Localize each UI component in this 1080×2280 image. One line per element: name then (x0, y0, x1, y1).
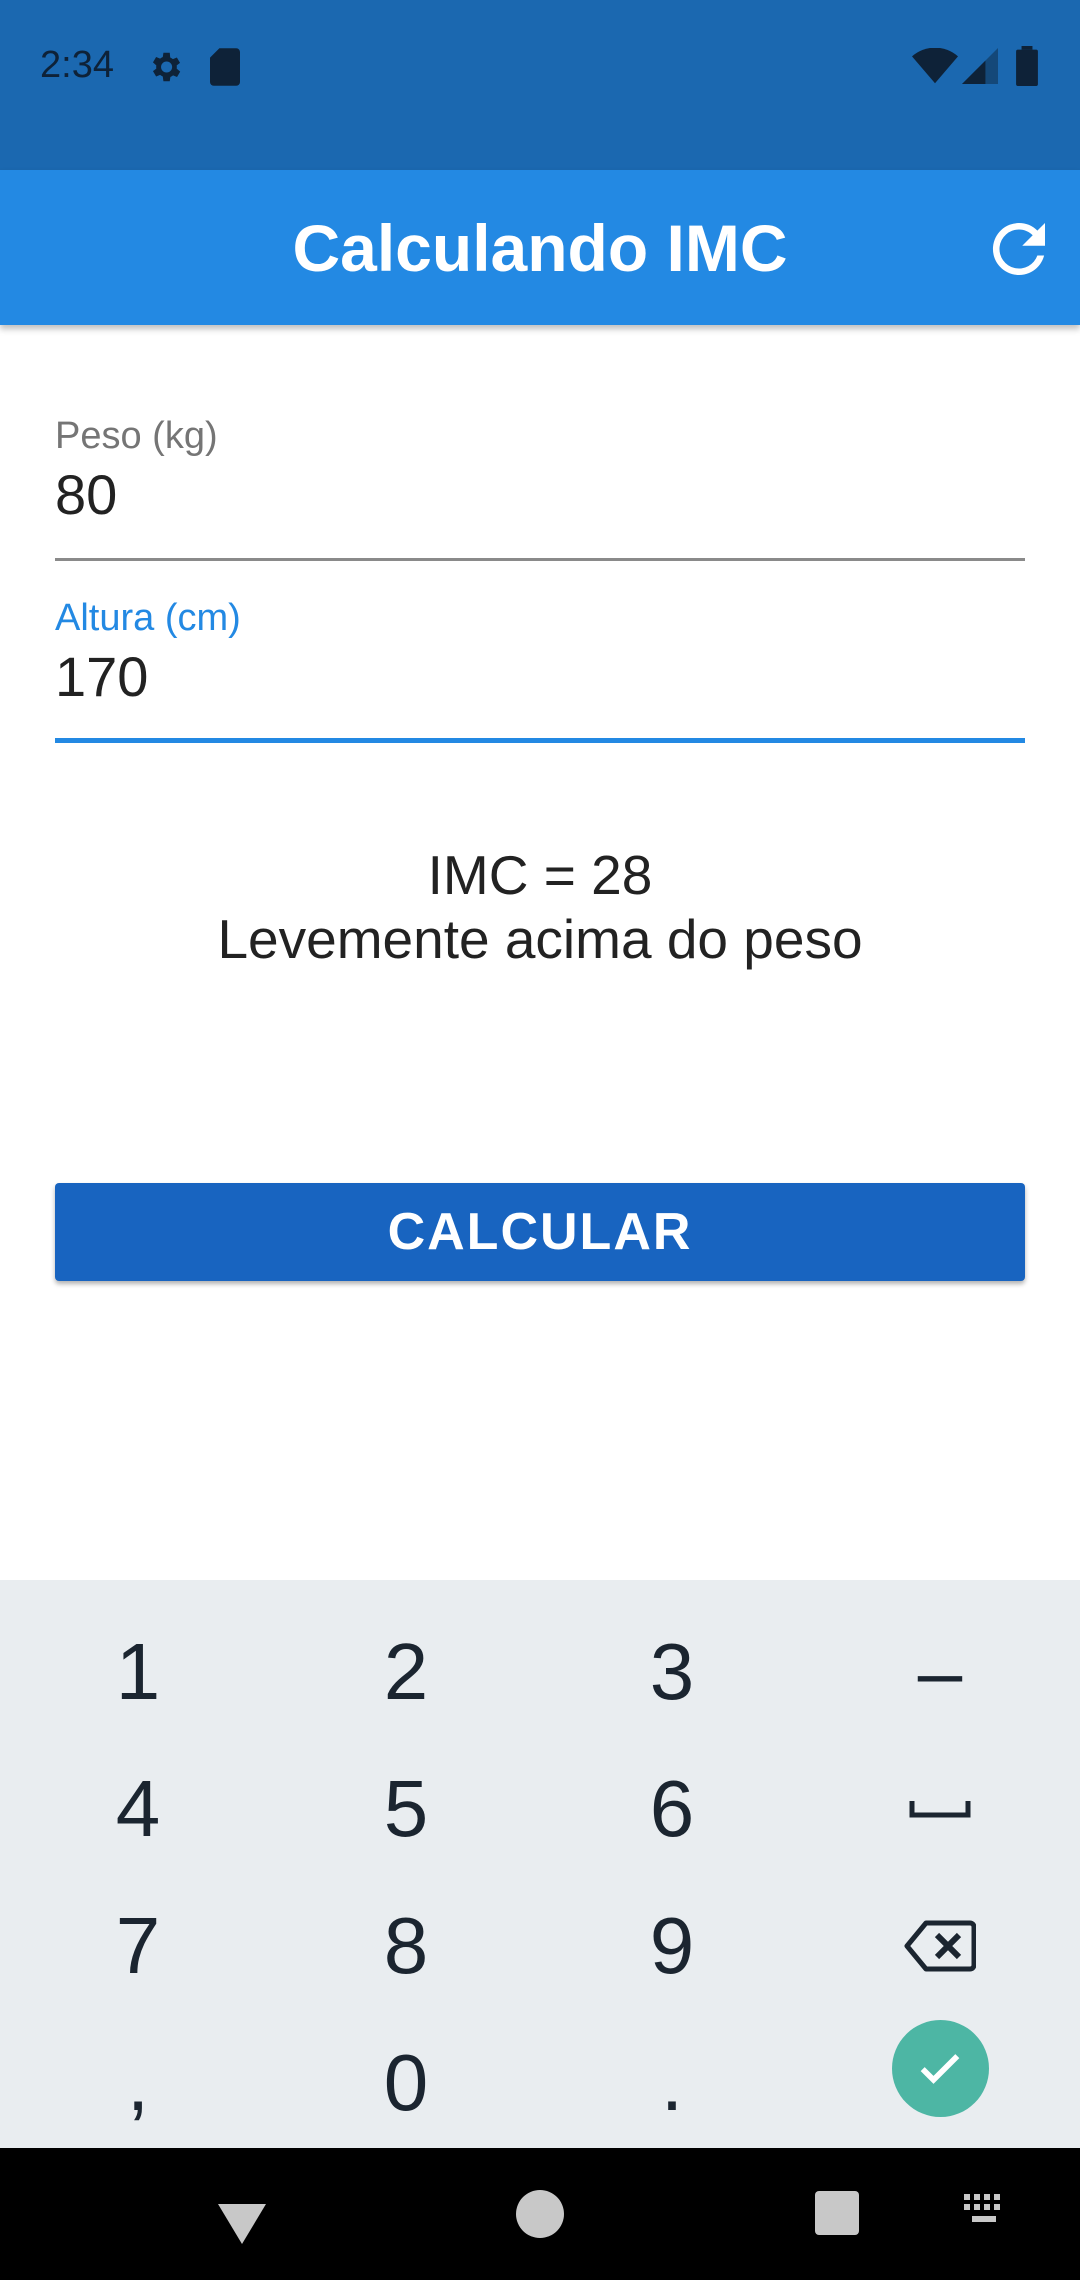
refresh-button[interactable] (980, 210, 1058, 288)
key-space[interactable] (806, 1741, 1074, 1877)
height-underline (55, 738, 1025, 743)
key-5[interactable]: 5 (272, 1741, 540, 1877)
key-1[interactable]: 1 (4, 1604, 272, 1740)
key-minus[interactable]: – (806, 1604, 1074, 1740)
check-icon (920, 2054, 960, 2084)
done-button-circle (891, 2019, 989, 2117)
height-input[interactable]: 170 (55, 644, 1025, 709)
page-title: Calculando IMC (292, 211, 788, 285)
recents-button[interactable] (815, 2191, 859, 2235)
space-icon (909, 1801, 971, 1818)
weight-label: Peso (kg) (55, 415, 218, 457)
home-button[interactable] (516, 2190, 564, 2238)
key-2[interactable]: 2 (272, 1604, 540, 1740)
app-bar: Calculando IMC (0, 170, 1080, 325)
key-3[interactable]: 3 (538, 1604, 806, 1740)
key-6[interactable]: 6 (538, 1741, 806, 1877)
numeric-keyboard: 1 2 3 – 4 5 6 7 8 9 , 0 . (0, 1580, 1080, 2148)
key-done[interactable] (806, 2015, 1074, 2151)
refresh-icon (992, 222, 1045, 275)
key-dot[interactable]: . (538, 2015, 806, 2151)
gear-icon (146, 48, 184, 91)
keyboard-switch-icon (964, 2194, 1000, 2222)
backspace-icon (904, 1920, 976, 1972)
key-4[interactable]: 4 (4, 1741, 272, 1877)
key-backspace[interactable] (806, 1878, 1074, 2014)
height-label: Altura (cm) (55, 597, 241, 639)
height-field[interactable]: Altura (cm) 170 (55, 597, 1025, 743)
navigation-bar (0, 2148, 1080, 2280)
back-icon (218, 2204, 266, 2244)
key-8[interactable]: 8 (272, 1878, 540, 2014)
key-0[interactable]: 0 (272, 2015, 540, 2151)
signal-icon (962, 48, 998, 89)
back-button[interactable] (210, 2188, 274, 2252)
battery-icon (1016, 46, 1038, 91)
weight-input[interactable]: 80 (55, 462, 1025, 527)
weight-field[interactable]: Peso (kg) 80 (55, 415, 1025, 561)
result-category: Levemente acima do peso (217, 908, 863, 970)
key-comma[interactable]: , (4, 2015, 272, 2151)
key-7[interactable]: 7 (4, 1878, 272, 2014)
weight-underline (55, 558, 1025, 561)
result-imc: IMC = 28 (427, 844, 653, 906)
calculate-button[interactable]: CALCULAR (55, 1183, 1025, 1281)
key-9[interactable]: 9 (538, 1878, 806, 2014)
keyboard-switch-button[interactable] (964, 2194, 1008, 2226)
sd-card-icon (210, 48, 240, 91)
wifi-icon (912, 47, 958, 89)
status-time: 2:34 (40, 44, 114, 86)
status-bar: 2:34 (0, 0, 1080, 170)
